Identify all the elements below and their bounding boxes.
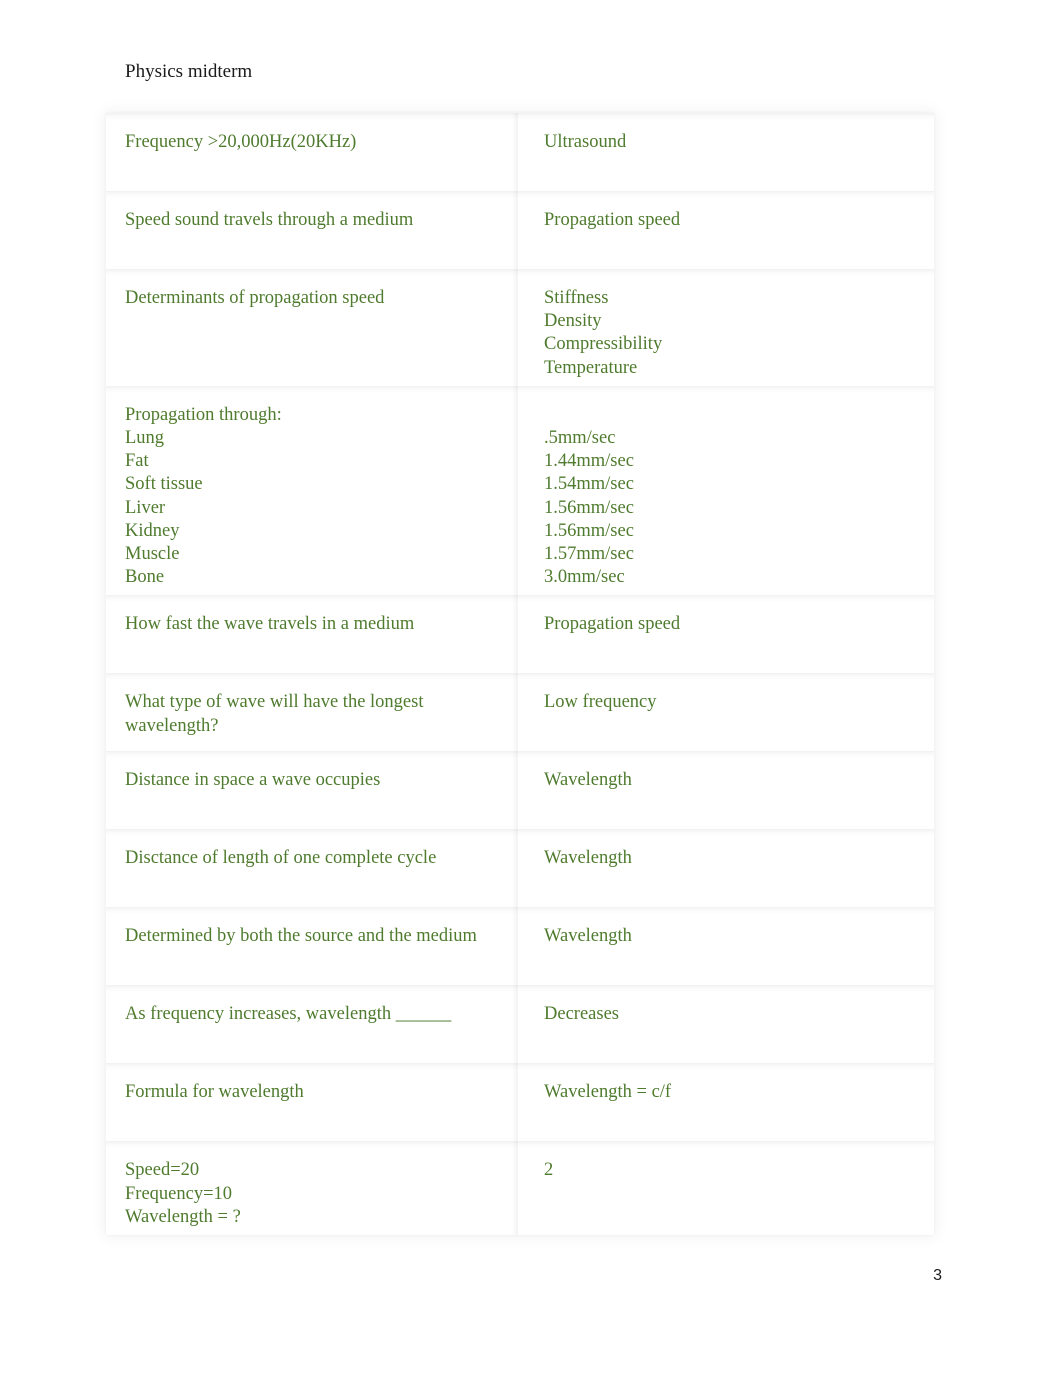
definition-cell: 2 — [518, 1141, 934, 1236]
definition-cell: Low frequency — [518, 673, 934, 752]
definition-cell: Stiffness Density Compressibility Temper… — [518, 269, 934, 386]
term-cell: How fast the wave travels in a medium — [106, 595, 524, 674]
definition-text: Propagation speed — [544, 614, 681, 635]
definition-cell: .5mm/sec 1.44mm/sec 1.54mm/sec 1.56mm/se… — [518, 385, 934, 596]
definition-text: Low frequency — [544, 692, 657, 713]
term-text: Frequency >20,000Hz(20KHz) — [125, 132, 357, 152]
table-row: Determined by both the source and the me… — [106, 907, 934, 986]
definition-cell: Wavelength — [518, 751, 934, 830]
term-text: Determinants of propagation speed — [125, 288, 385, 308]
table-row: Propagation through: Lung Fat Soft tissu… — [106, 385, 934, 596]
definition-text: Wavelength — [544, 848, 632, 869]
table-row: As frequency increases, wavelength _____… — [106, 985, 934, 1064]
term-cell: Propagation through: Lung Fat Soft tissu… — [106, 385, 524, 596]
term-text: Speed sound travels through a medium — [125, 210, 414, 230]
page-title: Physics midterm — [125, 61, 253, 82]
term-cell: Speed=20 Frequency=10 Wavelength = ? — [106, 1141, 524, 1236]
table-row: Disctance of length of one complete cycl… — [106, 829, 934, 908]
document-page: Physics midterm Frequency >20,000Hz(20KH… — [0, 0, 1062, 1377]
term-text: Determined by both the source and the me… — [125, 926, 477, 947]
page-number: 3 — [933, 1267, 942, 1284]
table-row: Frequency >20,000Hz(20KHz) Ultrasound — [106, 113, 934, 191]
definition-text: Stiffness Density Compressibility Temper… — [544, 288, 663, 378]
definition-cell: Wavelength = c/f — [518, 1063, 934, 1142]
table-row: Speed=20 Frequency=10 Wavelength = ? 2 — [106, 1141, 934, 1236]
term-cell: Determined by both the source and the me… — [106, 907, 524, 986]
definition-text: .5mm/sec 1.44mm/sec 1.54mm/sec 1.56mm/se… — [544, 428, 634, 588]
study-table-container: Frequency >20,000Hz(20KHz) Ultrasound Spee… — [106, 113, 934, 1236]
term-cell: What type of wave will have the longest … — [106, 673, 524, 752]
definition-cell: Propagation speed — [518, 191, 934, 269]
definition-cell: Wavelength — [518, 907, 934, 986]
table-row: Determinants of propagation speed Stiffne… — [106, 269, 934, 386]
term-cell: Disctance of length of one complete cycl… — [106, 829, 524, 908]
term-text: How fast the wave travels in a medium — [125, 614, 415, 635]
term-text: Formula for wavelength — [125, 1082, 304, 1103]
term-text: Propagation through: Lung Fat Soft tissu… — [125, 404, 282, 588]
table-row: How fast the wave travels in a medium Pro… — [106, 595, 934, 674]
term-text: Distance in space a wave occupies — [125, 770, 381, 791]
definition-text: Ultrasound — [544, 132, 627, 152]
definition-cell: Ultrasound — [518, 113, 934, 191]
table-body: Frequency >20,000Hz(20KHz) Ultrasound Spee… — [106, 113, 934, 1236]
definition-text: 2 — [544, 1160, 554, 1181]
term-cell: Frequency >20,000Hz(20KHz) — [106, 113, 524, 191]
term-text: As frequency increases, wavelength _____… — [125, 1004, 452, 1025]
table-row: Distance in space a wave occupies Wavelen… — [106, 751, 934, 830]
table-row: Formula for wavelength Wavelength = c/f — [106, 1063, 934, 1142]
definition-text: Wavelength = c/f — [544, 1082, 672, 1103]
terms-definitions-table: Frequency >20,000Hz(20KHz) Ultrasound Spee… — [106, 113, 934, 1236]
term-cell: Formula for wavelength — [106, 1063, 524, 1142]
table-row: Speed sound travels through a medium Prop… — [106, 191, 934, 269]
definition-cell: Wavelength — [518, 829, 934, 908]
term-cell: As frequency increases, wavelength _____… — [106, 985, 524, 1064]
term-text: Speed=20 Frequency=10 Wavelength = ? — [125, 1160, 241, 1227]
definition-text: Wavelength — [544, 926, 632, 947]
definition-cell: Propagation speed — [518, 595, 934, 674]
term-text: Disctance of length of one complete cycl… — [125, 848, 437, 869]
term-cell: Speed sound travels through a medium — [106, 191, 524, 269]
definition-cell: Decreases — [518, 985, 934, 1064]
term-text: What type of wave will have the longest … — [125, 692, 424, 736]
definition-text: Decreases — [544, 1004, 619, 1025]
definition-text: Wavelength — [544, 770, 632, 791]
term-cell: Determinants of propagation speed — [106, 269, 524, 386]
term-cell: Distance in space a wave occupies — [106, 751, 524, 830]
table-row: What type of wave will have the longest … — [106, 673, 934, 752]
definition-text: Propagation speed — [544, 210, 681, 230]
